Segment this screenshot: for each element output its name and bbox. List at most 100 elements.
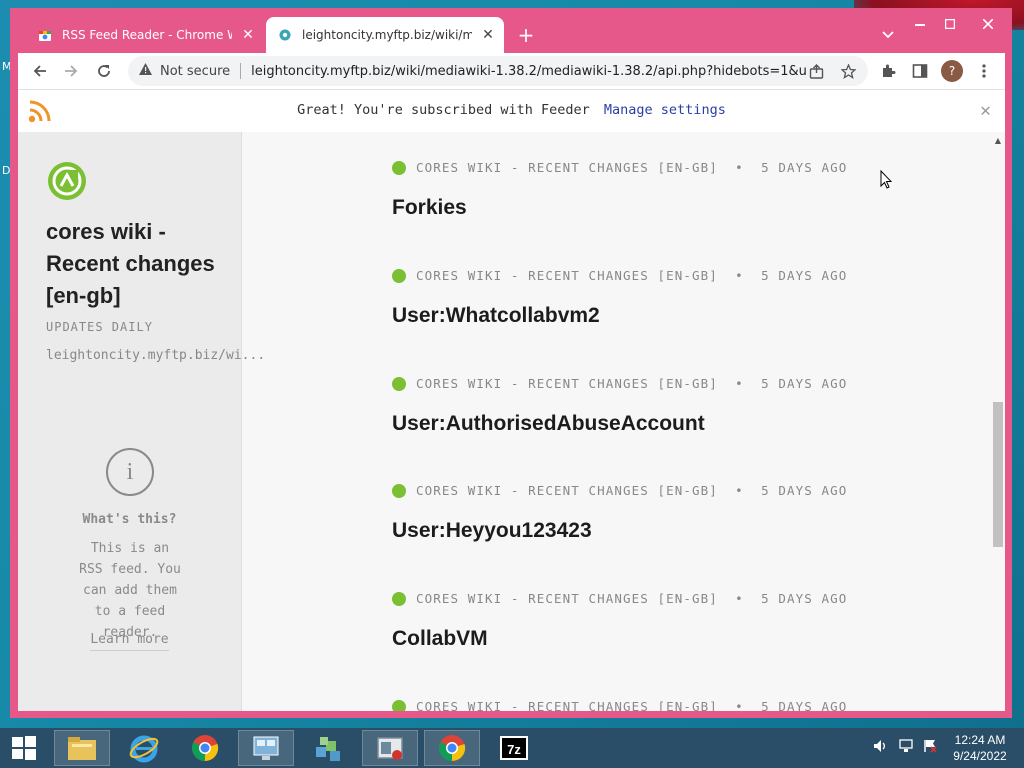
taskbar: 7z 12:24 AM 9/24/2022 (0, 728, 1024, 768)
chrome-active-taskbar-button[interactable] (424, 730, 480, 766)
meta-separator: • (735, 376, 744, 391)
arrow-left-icon (33, 65, 46, 77)
feed-item-age: 5 DAYS AGO (761, 591, 848, 606)
feed-item-source: CORES WIKI - RECENT CHANGES [EN-GB] (416, 699, 718, 711)
reload-icon (98, 65, 110, 77)
feed-url[interactable]: leightoncity.myftp.biz/wi... (46, 348, 265, 363)
forward-button[interactable] (59, 59, 83, 83)
meta-separator: • (735, 268, 744, 283)
feed-item-age: 5 DAYS AGO (761, 160, 848, 175)
feed-item-title[interactable]: User:Heyyou123423 (392, 519, 592, 543)
internet-explorer-taskbar-button[interactable] (116, 730, 172, 766)
action-center-flag-icon[interactable] (922, 738, 938, 758)
7zip-icon: 7z (500, 736, 528, 760)
close-tab-icon[interactable]: ✕ (240, 27, 256, 43)
feed-item-age: 5 DAYS AGO (761, 483, 848, 498)
chevron-down-icon (882, 31, 894, 39)
feed-logo-icon (52, 166, 82, 196)
clock-date: 9/24/2022 (953, 749, 1007, 763)
chrome-menu-button[interactable] (972, 59, 996, 83)
feed-item-meta: CORES WIKI - RECENT CHANGES [EN-GB] • 5 … (392, 160, 847, 175)
side-panel-button[interactable] (908, 59, 932, 83)
whats-this-heading: What's this? (82, 512, 177, 527)
profile-button[interactable]: ? (940, 59, 964, 83)
chrome-icon (439, 735, 466, 762)
meta-separator: • (735, 591, 744, 606)
feed-preview-page: cores wiki - Recent changes [en-gb] UPDA… (18, 132, 1005, 711)
clock-time: 12:24 AM (954, 733, 1006, 747)
feed-item-meta: CORES WIKI - RECENT CHANGES [EN-GB] • 5 … (392, 268, 847, 283)
folder-icon (68, 737, 96, 760)
subscribed-text: Great! You're subscribed with Feeder (297, 102, 590, 118)
feed-item-meta: CORES WIKI - RECENT CHANGES [EN-GB] • 5 … (392, 376, 847, 391)
feed-source-icon (392, 699, 406, 711)
7zip-taskbar-button[interactable]: 7z (486, 730, 542, 766)
address-bar[interactable]: Not secure leightoncity.myftp.biz/wiki/m… (128, 56, 868, 86)
tab-title: RSS Feed Reader - Chrome Web Store (62, 28, 232, 42)
bookmark-star-icon[interactable] (837, 60, 859, 82)
tab-title: leightoncity.myftp.biz/wiki/mediawiki (302, 28, 472, 42)
learn-more-link[interactable]: Learn more (18, 632, 241, 651)
manage-settings-link[interactable]: Manage settings (604, 102, 726, 118)
mouse-cursor-icon (880, 170, 892, 189)
reload-button[interactable] (92, 59, 116, 83)
scroll-up-arrow-icon[interactable]: ▲ (993, 136, 1003, 146)
share-icon[interactable] (805, 60, 827, 82)
package-installer-taskbar-button[interactable] (300, 730, 356, 766)
start-button[interactable] (0, 730, 48, 766)
meta-separator: • (735, 699, 744, 711)
control-panel-taskbar-button[interactable] (238, 730, 294, 766)
feed-item-source: CORES WIKI - RECENT CHANGES [EN-GB] (416, 268, 718, 283)
windows-logo-icon (12, 736, 36, 760)
url-text[interactable]: leightoncity.myftp.biz/wiki/mediawiki-1.… (251, 64, 806, 79)
browser-toolbar: Not secure leightoncity.myftp.biz/wiki/m… (18, 53, 1005, 89)
control-panel-icon (253, 736, 279, 760)
tab-search-button[interactable] (876, 23, 900, 47)
feed-item-title[interactable]: User:AuthorisedAbuseAccount (392, 412, 705, 436)
meta-separator: • (735, 483, 744, 498)
wiki-favicon-icon (279, 29, 291, 41)
chrome-taskbar-button[interactable] (177, 730, 233, 766)
feed-source-icon (392, 268, 406, 283)
chrome-web-store-icon (39, 31, 51, 41)
feed-sidebar: cores wiki - Recent changes [en-gb] UPDA… (18, 132, 265, 711)
new-tab-button[interactable]: + (514, 23, 538, 47)
feed-item-meta: CORES WIKI - RECENT CHANGES [EN-GB] • 5 … (392, 483, 847, 498)
feed-item-source: CORES WIKI - RECENT CHANGES [EN-GB] (416, 591, 718, 606)
feed-item-title[interactable]: User:Whatcollabvm2 (392, 304, 600, 328)
rss-explanation: This is an RSS feed. You can add them to… (79, 541, 181, 640)
feed-item-meta: CORES WIKI - RECENT CHANGES [EN-GB] • 5 … (392, 699, 847, 711)
file-explorer-taskbar-button[interactable] (54, 730, 110, 766)
feed-item-age: 5 DAYS AGO (761, 699, 848, 711)
volume-icon[interactable] (872, 738, 888, 758)
internet-explorer-icon (129, 735, 159, 763)
not-secure-label[interactable]: Not secure (160, 64, 230, 79)
chrome-icon (192, 735, 219, 762)
address-separator (240, 63, 242, 79)
close-infobar-icon[interactable]: ✕ (980, 100, 991, 121)
feed-source-icon (392, 483, 406, 498)
learn-more-label: Learn more (90, 632, 169, 651)
taskbar-clock[interactable]: 12:24 AM 9/24/2022 (944, 732, 1016, 764)
meta-separator: • (735, 160, 744, 175)
feed-item-age: 5 DAYS AGO (761, 376, 848, 391)
feed-item-title[interactable]: CollabVM (392, 627, 488, 651)
page-scrollbar[interactable]: ▲ (991, 132, 1005, 711)
feed-item-title[interactable]: Forkies (392, 196, 467, 220)
extensions-button[interactable] (876, 59, 900, 83)
close-tab-icon[interactable]: ✕ (480, 27, 496, 43)
media-app-taskbar-button[interactable] (362, 730, 418, 766)
feed-source-icon (392, 160, 406, 175)
scrollbar-thumb[interactable] (993, 402, 1003, 547)
feed-item-age: 5 DAYS AGO (761, 268, 848, 283)
feed-title: cores wiki - Recent changes [en-gb] (46, 219, 215, 308)
network-icon[interactable] (898, 738, 914, 758)
feed-source-icon (392, 591, 406, 606)
tab-rss-feed-reader[interactable]: RSS Feed Reader - Chrome Web Store ✕ (26, 17, 264, 53)
back-button[interactable] (28, 59, 52, 83)
profile-avatar: ? (941, 60, 963, 82)
arrow-right-icon (65, 65, 78, 77)
subscription-infobar: Great! You're subscribed with Feeder Man… (18, 89, 1005, 133)
tab-feed-preview[interactable]: leightoncity.myftp.biz/wiki/mediawiki ✕ (266, 17, 504, 53)
svg-text:7z: 7z (507, 742, 521, 757)
